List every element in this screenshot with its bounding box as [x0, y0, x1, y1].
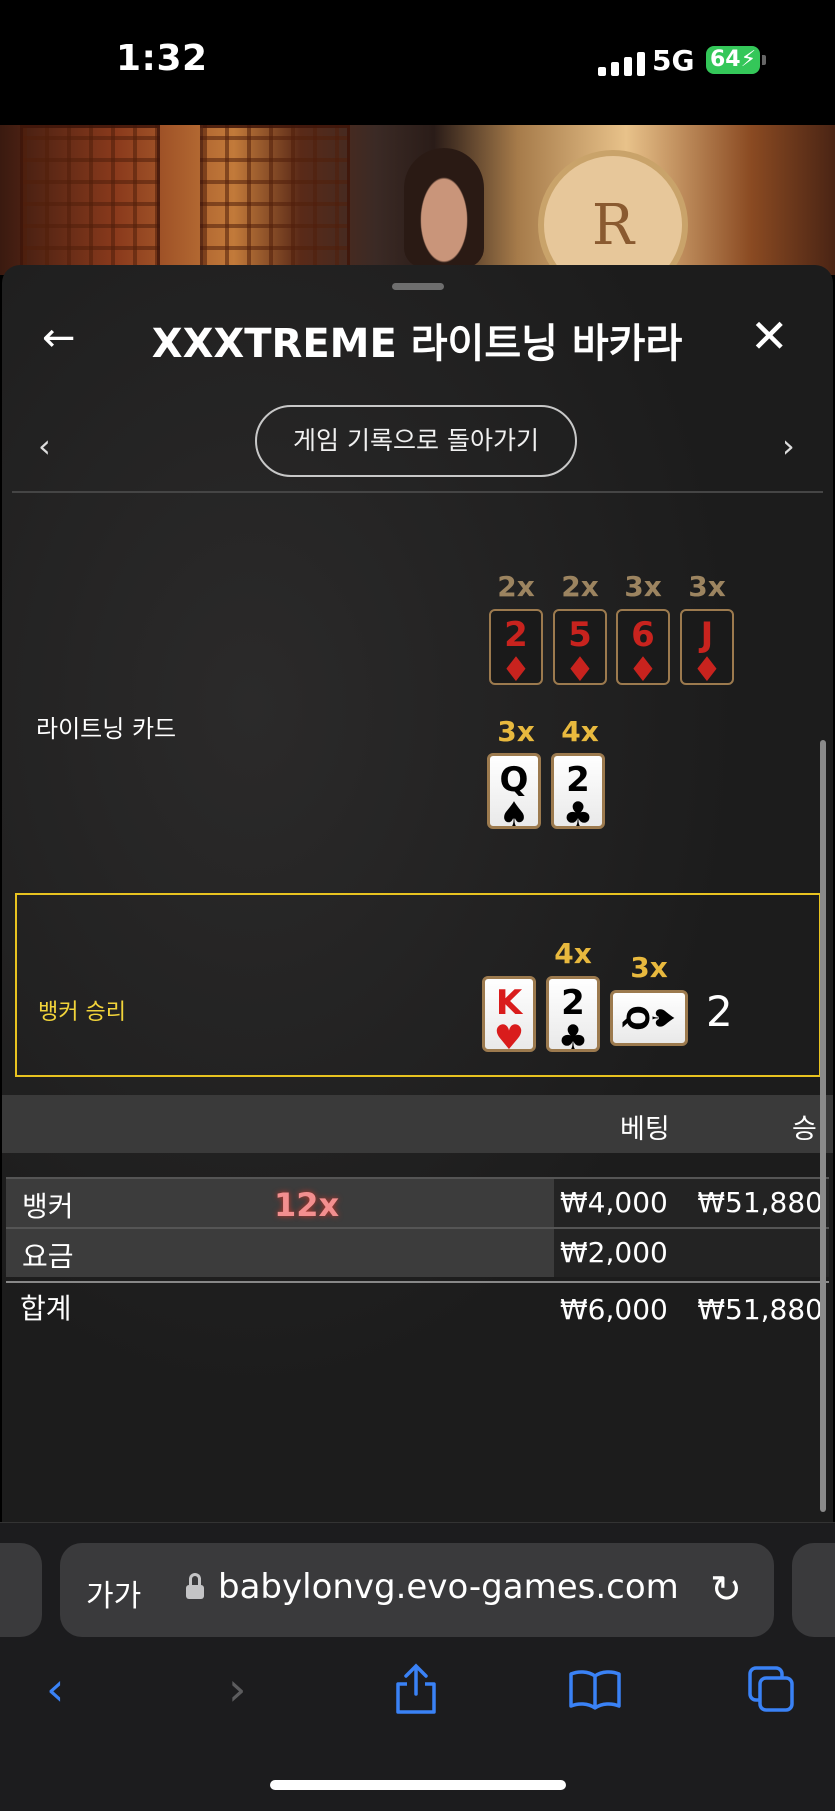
- share-icon[interactable]: [393, 1662, 439, 1716]
- multiplier-label: 3x: [688, 570, 726, 603]
- lightning-card: Q ♠: [487, 753, 541, 832]
- url-text[interactable]: babylonvg.evo-games.com: [218, 1567, 679, 1607]
- multiplier-label: 3x: [630, 951, 668, 984]
- payout-multiplier: 12x: [274, 1186, 340, 1224]
- column-header-bet: 베팅: [620, 1114, 670, 1145]
- forward-icon[interactable]: ›: [228, 1662, 246, 1716]
- winning-hand-highlight: [15, 893, 821, 1077]
- column-header-win: 승: [792, 1114, 817, 1145]
- multiplier-label: 4x: [554, 937, 592, 970]
- next-tab-preview[interactable]: [792, 1543, 835, 1637]
- lattice-decoration: [200, 125, 350, 275]
- bets-table-header: [2, 1095, 833, 1153]
- close-icon[interactable]: ✕: [750, 311, 789, 361]
- row-bet: ₩2,000: [560, 1236, 668, 1269]
- total-row: 합계 ₩6,000 ₩51,880: [6, 1281, 829, 1333]
- lightning-card: J ♦: [680, 609, 734, 687]
- signal-icon: [598, 52, 648, 76]
- banker-third-card: Q♠: [610, 990, 688, 1046]
- lock-icon-body: [186, 1585, 204, 1599]
- hand-total: 2: [706, 987, 733, 1036]
- game-history-panel: ← XXXTREME 라이트닝 바카라 ✕ ‹ 게임 기록으로 돌아가기 › 라…: [2, 265, 833, 1525]
- row-label: 요금: [22, 1240, 74, 1273]
- row-bet: ₩4,000: [560, 1186, 668, 1219]
- address-bar[interactable]: 가가 babylonvg.evo-games.com ↻: [60, 1543, 774, 1637]
- banker-card: 2 ♣: [546, 976, 600, 1055]
- lattice-decoration: [20, 125, 160, 275]
- lightning-cards-label: 라이트닝 카드: [36, 715, 177, 743]
- multiplier-label: 4x: [561, 715, 599, 748]
- battery-icon: 64⚡: [706, 46, 760, 74]
- multiplier-label: 2x: [561, 570, 599, 603]
- battery-cap: [762, 55, 766, 65]
- dealer-image: [404, 148, 484, 268]
- status-time: 1:32: [116, 38, 208, 79]
- lightning-card: 5 ♦: [553, 609, 607, 687]
- bookmarks-icon[interactable]: [568, 1668, 622, 1710]
- back-to-history-button[interactable]: 게임 기록으로 돌아가기: [255, 405, 577, 477]
- multiplier-label: 3x: [497, 715, 535, 748]
- divider: [12, 491, 823, 493]
- multiplier-label: 3x: [624, 570, 662, 603]
- status-bar: 1:32 5G 64⚡: [0, 0, 835, 125]
- tabs-icon[interactable]: [746, 1664, 796, 1714]
- lightning-card: 2 ♦: [489, 609, 543, 687]
- text-size-button[interactable]: 가가: [86, 1571, 141, 1615]
- row-win: ₩51,880: [697, 1186, 823, 1219]
- table-row: 뱅커 ₩4,000 ₩51,880: [6, 1177, 829, 1227]
- total-label: 합계: [20, 1292, 72, 1325]
- next-round-icon[interactable]: ›: [782, 427, 795, 465]
- table-row: 요금 ₩2,000: [6, 1227, 829, 1277]
- reload-icon[interactable]: ↻: [710, 1567, 742, 1611]
- panel-title: XXXTREME 라이트닝 바카라: [151, 321, 683, 367]
- scrollbar[interactable]: [820, 740, 826, 1512]
- row-label: 뱅커: [22, 1190, 74, 1223]
- battery-level: 64: [710, 47, 741, 72]
- network-label: 5G: [652, 44, 695, 77]
- lightning-card: 6 ♦: [616, 609, 670, 687]
- prev-tab-preview[interactable]: [0, 1543, 42, 1637]
- total-bet: ₩6,000: [560, 1293, 668, 1326]
- home-indicator: [270, 1780, 566, 1790]
- multiplier-label: 2x: [497, 570, 535, 603]
- total-win: ₩51,880: [697, 1293, 823, 1326]
- back-icon[interactable]: ‹: [46, 1662, 64, 1716]
- sheet-grabber[interactable]: [392, 283, 444, 290]
- back-arrow-icon[interactable]: ←: [42, 315, 88, 361]
- lightning-card: 2 ♣: [551, 753, 605, 832]
- banker-card: K ♥: [482, 976, 536, 1055]
- prev-round-icon[interactable]: ‹: [38, 427, 51, 465]
- result-label: 뱅커 승리: [38, 1000, 126, 1025]
